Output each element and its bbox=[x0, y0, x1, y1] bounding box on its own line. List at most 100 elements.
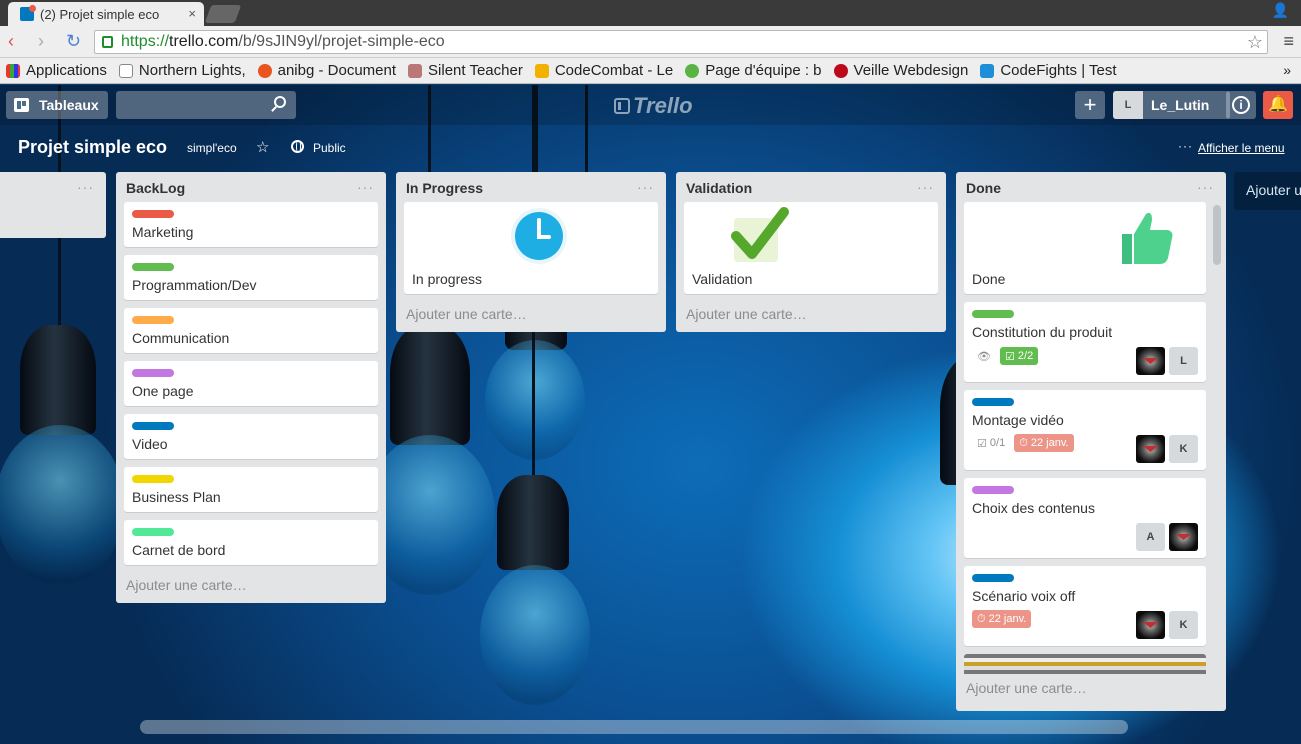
boards-button[interactable]: Tableaux bbox=[6, 91, 108, 119]
card[interactable]: Scénario voix off ⏱ 22 janv. K bbox=[964, 566, 1206, 646]
add-card-link[interactable]: Ajouter une carte… bbox=[396, 302, 666, 332]
browser-tab[interactable]: (2) Projet simple eco × bbox=[8, 2, 204, 26]
card-title: Programmation/Dev bbox=[132, 277, 257, 293]
add-list-button[interactable]: Ajouter une liste bbox=[1234, 172, 1301, 210]
info-button[interactable]: i bbox=[1226, 91, 1256, 119]
checklist-badge: ☑ 2/2 bbox=[999, 347, 1039, 365]
bookmark-star-icon[interactable]: ☆ bbox=[1247, 31, 1263, 53]
bookmark-item[interactable]: Silent Teacher bbox=[408, 62, 523, 79]
url-host: trello.com bbox=[169, 33, 239, 50]
card[interactable]: Constitution du produit 👁 ☑ 2/2 L bbox=[964, 302, 1206, 382]
globe-icon[interactable] bbox=[291, 140, 304, 153]
card[interactable]: Carnet de bord bbox=[124, 520, 378, 565]
avatar[interactable] bbox=[1169, 523, 1198, 551]
trello-header: Tableaux Trello + L Le_Lutin i 🔔 bbox=[0, 85, 1301, 125]
bookmark-item[interactable]: Northern Lights, bbox=[118, 62, 246, 79]
card[interactable]: Montage vidéo ☑ 0/1 ⏱ 22 janv. K bbox=[964, 390, 1206, 470]
add-card-link[interactable]: Ajouter une carte… bbox=[676, 302, 946, 332]
avatar[interactable]: L bbox=[1169, 347, 1198, 375]
card-label bbox=[972, 486, 1014, 494]
url-path: /b/9sJIN9yl/projet-simple-eco bbox=[238, 33, 445, 50]
bookmark-item[interactable]: Applications bbox=[6, 62, 107, 79]
list-menu-icon[interactable]: ··· bbox=[357, 179, 374, 195]
card-label bbox=[132, 316, 174, 324]
list-title[interactable]: Validation bbox=[676, 172, 946, 202]
card[interactable]: Done bbox=[964, 202, 1206, 294]
bookmark-item[interactable]: Page d'équipe : b bbox=[685, 62, 822, 79]
add-card-link[interactable]: Ajouter une carte… bbox=[956, 674, 1226, 706]
due-date-badge: ⏱ 22 janv. bbox=[1014, 434, 1074, 452]
list-menu-icon[interactable]: ··· bbox=[77, 179, 94, 195]
list-backlog: BackLog ··· Marketing Programmation/Dev Co… bbox=[116, 172, 386, 603]
board-title[interactable]: Projet simple eco bbox=[18, 137, 167, 158]
card[interactable]: Business Plan bbox=[124, 467, 378, 512]
list-title[interactable]: Done bbox=[956, 172, 1226, 202]
card-label bbox=[132, 210, 174, 218]
card[interactable]: Validation bbox=[684, 202, 938, 294]
card[interactable]: Video bbox=[124, 414, 378, 459]
trello-logo-icon bbox=[614, 98, 630, 114]
forward-icon[interactable]: › bbox=[38, 32, 44, 50]
card-screenshot-cover[interactable] bbox=[964, 654, 1206, 674]
card-title: Scénario voix off bbox=[972, 588, 1076, 604]
show-menu-link[interactable]: Afficher le menu bbox=[1198, 141, 1285, 155]
tab-close-icon[interactable]: × bbox=[188, 6, 196, 21]
ubuntu-icon bbox=[257, 63, 272, 78]
list-in-progress: In Progress ··· In progress Ajouter une … bbox=[396, 172, 666, 332]
card-cover bbox=[972, 210, 1198, 270]
list-menu-icon[interactable]: ··· bbox=[637, 179, 654, 195]
card-title: Choix des contenus bbox=[972, 500, 1095, 516]
team-name[interactable]: simpl'eco bbox=[187, 141, 237, 155]
avatar[interactable] bbox=[1136, 435, 1165, 463]
avatar[interactable]: K bbox=[1169, 611, 1198, 639]
bookmark-item[interactable]: CodeFights | Test bbox=[980, 62, 1117, 79]
url-scheme: https:// bbox=[121, 33, 170, 50]
card-label bbox=[972, 310, 1014, 318]
list-partial: ··· bbox=[0, 172, 106, 238]
list-scrollbar[interactable] bbox=[1213, 205, 1221, 265]
browser-tab-bar: (2) Projet simple eco × 👤 bbox=[0, 0, 1301, 26]
board-scrollbar[interactable] bbox=[140, 720, 1128, 734]
checkmark-icon bbox=[731, 207, 789, 262]
card[interactable]: One page bbox=[124, 361, 378, 406]
list-title[interactable]: BackLog bbox=[116, 172, 386, 202]
card[interactable]: Choix des contenus A bbox=[964, 478, 1206, 558]
avatar[interactable] bbox=[1136, 611, 1165, 639]
bookmark-item[interactable]: CodeCombat - Le bbox=[534, 62, 673, 79]
screenshot-thumbnail bbox=[964, 654, 1206, 674]
bookmarks-overflow-icon[interactable]: » bbox=[1283, 62, 1291, 78]
card[interactable]: Programmation/Dev bbox=[124, 255, 378, 300]
chrome-menu-icon[interactable]: ≡ bbox=[1283, 31, 1294, 52]
list-title[interactable]: In Progress bbox=[396, 172, 666, 202]
add-button[interactable]: + bbox=[1075, 91, 1105, 119]
avatar[interactable]: K bbox=[1169, 435, 1198, 463]
notifications-bell-icon[interactable]: 🔔 bbox=[1263, 91, 1293, 119]
list-menu-icon[interactable]: ··· bbox=[917, 179, 934, 195]
team-page-icon bbox=[685, 63, 700, 78]
bookmark-item[interactable]: anibg - Document bbox=[257, 62, 396, 79]
url-field[interactable]: https://trello.com/b/9sJIN9yl/projet-sim… bbox=[94, 30, 1268, 54]
reload-icon[interactable]: ↻ bbox=[66, 32, 81, 50]
codecombat-icon bbox=[534, 63, 549, 78]
card-label bbox=[132, 263, 174, 271]
card[interactable]: In progress bbox=[404, 202, 658, 294]
search-icon[interactable] bbox=[274, 96, 286, 108]
card[interactable]: Marketing bbox=[124, 202, 378, 247]
avatar[interactable] bbox=[1136, 347, 1165, 375]
list-validation: Validation ··· Validation Ajouter une ca… bbox=[676, 172, 946, 332]
card[interactable]: Communication bbox=[124, 308, 378, 353]
add-card-link[interactable]: Ajouter une carte… bbox=[116, 573, 386, 603]
search-input[interactable] bbox=[116, 91, 296, 119]
window-user-icon[interactable]: 👤 bbox=[1272, 2, 1289, 19]
trello-logo[interactable]: Trello bbox=[614, 93, 693, 119]
visibility-label[interactable]: Public bbox=[313, 141, 346, 155]
bookmark-item[interactable]: Veille Webdesign bbox=[833, 62, 968, 79]
avatar[interactable]: A bbox=[1136, 523, 1165, 551]
boards-icon bbox=[14, 98, 29, 112]
user-menu-button[interactable]: L Le_Lutin bbox=[1113, 91, 1230, 119]
menu-dots-icon[interactable]: ··· bbox=[1178, 139, 1193, 153]
new-tab-button[interactable] bbox=[204, 5, 242, 23]
back-icon[interactable]: ‹ bbox=[8, 32, 14, 50]
list-menu-icon[interactable]: ··· bbox=[1197, 179, 1214, 195]
star-icon[interactable]: ☆ bbox=[256, 138, 269, 156]
